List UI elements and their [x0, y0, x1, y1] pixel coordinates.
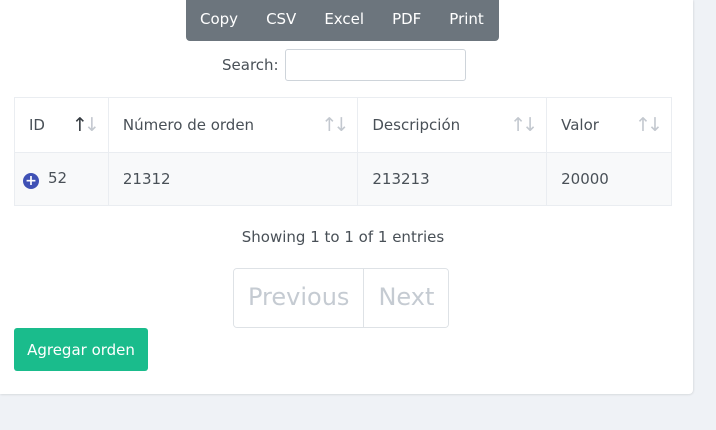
column-header-label: Número de orden	[122, 116, 255, 134]
column-header-descripcion[interactable]: Descripción ↑↓	[357, 97, 548, 153]
content-card: Copy CSV Excel PDF Print Search: ID ↑↓ N…	[0, 0, 693, 394]
sort-icon: ↑↓	[510, 114, 538, 136]
column-header-label: Descripción	[372, 116, 461, 134]
column-header-label: Valor	[561, 116, 599, 134]
add-order-button[interactable]: Agregar orden	[14, 328, 148, 371]
copy-button[interactable]: Copy	[186, 0, 252, 41]
table-info: Showing 1 to 1 of 1 entries	[241, 228, 445, 246]
excel-button[interactable]: Excel	[310, 0, 378, 41]
column-header-numero[interactable]: Número de orden ↑↓	[107, 97, 359, 153]
export-button-group: Copy CSV Excel PDF Print	[186, 0, 499, 41]
table-row: +52 21312 213213 20000	[14, 152, 672, 206]
print-button[interactable]: Print	[435, 0, 498, 41]
sort-icon: ↑↓	[635, 114, 663, 136]
cell-valor: 20000	[546, 152, 672, 206]
pagination: Previous Next	[233, 268, 450, 328]
cell-id-value: 52	[48, 169, 68, 187]
column-header-label: ID	[29, 116, 45, 134]
column-header-valor[interactable]: Valor ↑↓	[546, 97, 672, 153]
table-header-row: ID ↑↓ Número de orden ↑↓ Descripción ↑↓ …	[14, 97, 672, 153]
previous-button[interactable]: Previous	[234, 269, 364, 327]
cell-id: +52	[14, 152, 109, 206]
orders-table: ID ↑↓ Número de orden ↑↓ Descripción ↑↓ …	[14, 97, 672, 206]
search-label: Search:	[222, 56, 279, 74]
csv-button[interactable]: CSV	[252, 0, 310, 41]
column-header-id[interactable]: ID ↑↓	[14, 97, 109, 153]
expand-row-icon[interactable]: +	[23, 173, 39, 189]
next-button[interactable]: Next	[363, 269, 449, 327]
sort-asc-icon: ↑↓	[72, 114, 100, 136]
search-input[interactable]	[284, 49, 466, 81]
search-filter: Search:	[222, 49, 466, 81]
cell-numero: 21312	[107, 152, 359, 206]
cell-descripcion: 213213	[357, 152, 548, 206]
sort-icon: ↑↓	[321, 114, 350, 136]
pdf-button[interactable]: PDF	[378, 0, 435, 41]
